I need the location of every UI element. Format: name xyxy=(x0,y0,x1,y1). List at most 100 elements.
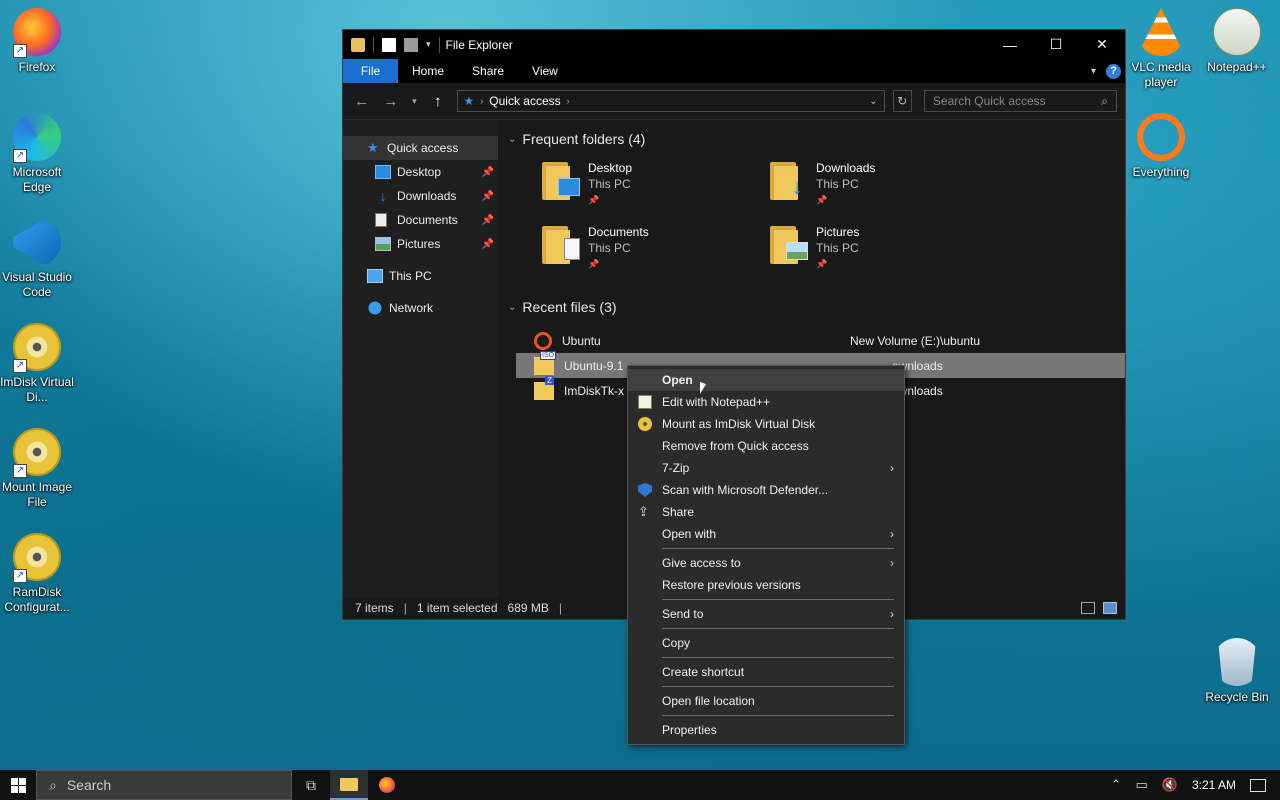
desktop-icon-edge[interactable]: ↗ Microsoft Edge xyxy=(0,113,74,195)
minimize-button[interactable]: — xyxy=(987,30,1033,59)
toolbar-divider xyxy=(438,36,440,53)
folder-tile-downloads[interactable]: ↓ Downloads This PC 📌 xyxy=(770,160,998,210)
menu-item-scan-defender[interactable]: Scan with Microsoft Defender... xyxy=(628,479,904,501)
menu-item-label: Restore previous versions xyxy=(662,578,801,592)
desktop-icon-imdisk[interactable]: ↗ ImDisk Virtual Di... xyxy=(0,323,74,405)
navigation-pane: ★ Quick access Desktop 📌 ↓ Downloads 📌 D… xyxy=(343,120,498,597)
shortcut-arrow-icon: ↗ xyxy=(13,464,27,478)
refresh-button[interactable]: ↻ xyxy=(892,90,912,112)
group-title: Frequent folders (4) xyxy=(522,131,646,147)
forward-icon[interactable]: → xyxy=(380,93,401,110)
sidebar-item-label: Desktop xyxy=(397,165,442,179)
desktop-icon-recycle-bin[interactable]: Recycle Bin xyxy=(1200,638,1274,705)
group-header-frequent[interactable]: ⌄ Frequent folders (4) xyxy=(508,126,1125,152)
sidebar-item-this-pc[interactable]: This PC xyxy=(343,264,498,288)
pin-icon: 📌 xyxy=(481,166,494,178)
details-view-icon[interactable] xyxy=(1081,602,1095,614)
tab-share[interactable]: Share xyxy=(458,59,518,83)
taskbar-search-box[interactable]: ⌕ Search xyxy=(36,770,292,800)
chevron-down-icon[interactable]: ▾ xyxy=(426,39,431,50)
chevron-down-icon[interactable]: ⌄ xyxy=(869,96,877,107)
sidebar-item-desktop[interactable]: Desktop 📌 xyxy=(343,160,498,184)
folder-tile-pictures[interactable]: Pictures This PC 📌 xyxy=(770,224,998,274)
taskbar-firefox[interactable] xyxy=(368,770,406,800)
pictures-icon xyxy=(375,237,391,251)
desktop-icon-ramdisk[interactable]: ↗ RamDisk Configurat... xyxy=(0,533,74,615)
folder-tile-documents[interactable]: Documents This PC 📌 xyxy=(542,224,770,274)
sidebar-item-pictures[interactable]: Pictures 📌 xyxy=(343,232,498,256)
menu-item-restore-versions[interactable]: Restore previous versions xyxy=(628,574,904,596)
pictures-icon xyxy=(786,242,808,260)
group-header-recent[interactable]: ⌄ Recent files (3) xyxy=(508,294,1125,320)
folder-name: Downloads xyxy=(816,161,876,175)
sidebar-item-label: Downloads xyxy=(397,189,457,203)
menu-divider xyxy=(662,686,894,687)
close-button[interactable]: ✕ xyxy=(1079,30,1125,59)
task-view-button[interactable]: ⧉ xyxy=(292,770,330,800)
desktop-icon-everything[interactable]: Everything xyxy=(1124,113,1198,180)
desktop-icon-vscode[interactable]: Visual Studio Code xyxy=(0,218,74,300)
tab-file[interactable]: File xyxy=(343,59,398,83)
task-view-icon: ⧉ xyxy=(306,776,316,793)
ribbon-right: ▾ ? xyxy=(1091,63,1125,79)
clock-time[interactable]: 3:21 AM xyxy=(1192,778,1236,792)
taskbar-file-explorer[interactable] xyxy=(330,770,368,800)
tab-view[interactable]: View xyxy=(518,59,572,83)
address-input[interactable]: ★ › Quick access › ⌄ xyxy=(456,90,885,112)
file-name: ImDiskTk-x xyxy=(564,383,624,398)
menu-item-7zip[interactable]: 7-Zip › xyxy=(628,457,904,479)
start-button[interactable] xyxy=(0,770,36,800)
expand-ribbon-icon[interactable]: ▾ xyxy=(1091,66,1096,77)
menu-item-open-with[interactable]: Open with › xyxy=(628,523,904,545)
pin-icon: 📌 xyxy=(481,214,494,226)
search-input[interactable]: Search Quick access ⌕ xyxy=(923,90,1117,112)
new-folder-icon[interactable] xyxy=(404,37,418,52)
help-icon[interactable]: ? xyxy=(1106,63,1121,79)
desktop-icon-firefox[interactable]: ↗ Firefox xyxy=(0,8,74,75)
pin-icon: 📌 xyxy=(481,190,494,202)
sidebar-item-documents[interactable]: Documents 📌 xyxy=(343,208,498,232)
show-hidden-icons-icon[interactable]: ⌃ xyxy=(1111,777,1122,793)
menu-item-open[interactable]: Open xyxy=(628,369,904,391)
folder-tile-desktop[interactable]: Desktop This PC 📌 xyxy=(542,160,770,210)
menu-item-label: Open file location xyxy=(662,694,755,708)
up-icon[interactable]: ↑ xyxy=(427,93,448,110)
maximize-button[interactable]: ☐ xyxy=(1033,30,1079,59)
desktop-icon-vlc[interactable]: VLC media player xyxy=(1124,8,1198,90)
menu-item-share[interactable]: ⇪ Share xyxy=(628,501,904,523)
context-menu: Open Edit with Notepad++ Mount as ImDisk… xyxy=(627,365,905,745)
menu-item-properties[interactable]: Properties xyxy=(628,719,904,741)
tab-home[interactable]: Home xyxy=(398,59,458,83)
notifications-icon[interactable] xyxy=(1250,778,1266,792)
sidebar-item-quick-access[interactable]: ★ Quick access xyxy=(343,136,498,160)
table-row[interactable]: Ubuntu New Volume (E:)\ubuntu xyxy=(508,328,1125,353)
large-icons-view-icon[interactable] xyxy=(1103,602,1117,614)
menu-item-mount-imdisk[interactable]: Mount as ImDisk Virtual Disk xyxy=(628,413,904,435)
menu-item-create-shortcut[interactable]: Create shortcut xyxy=(628,661,904,683)
back-icon[interactable]: ← xyxy=(351,93,372,110)
shortcut-arrow-icon: ↗ xyxy=(13,149,27,163)
title-bar[interactable]: ▾ File Explorer — ☐ ✕ xyxy=(343,30,1125,59)
menu-item-edit-notepadpp[interactable]: Edit with Notepad++ xyxy=(628,391,904,413)
desktop-icon-mount-image[interactable]: ↗ Mount Image File xyxy=(0,428,74,510)
recent-locations-icon[interactable]: ▾ xyxy=(410,96,420,107)
sidebar-item-downloads[interactable]: ↓ Downloads 📌 xyxy=(343,184,498,208)
menu-item-copy[interactable]: Copy xyxy=(628,632,904,654)
zip-file-icon xyxy=(534,375,555,400)
menu-item-give-access[interactable]: Give access to › xyxy=(628,552,904,574)
volume-muted-icon[interactable]: 🔇 xyxy=(1162,777,1178,793)
breadcrumb-quick-access[interactable]: Quick access xyxy=(489,94,560,108)
window-controls: — ☐ ✕ xyxy=(987,30,1125,59)
ramdisk-icon: ↗ xyxy=(13,533,61,583)
desktop-icon-label: VLC media player xyxy=(1131,60,1191,89)
desktop-icon-notepadpp[interactable]: Notepad++ xyxy=(1200,8,1274,75)
file-location: New Volume (E:)\ubuntu xyxy=(850,333,981,348)
menu-item-remove-quick-access[interactable]: Remove from Quick access xyxy=(628,435,904,457)
network-status-icon[interactable]: ▭ xyxy=(1135,777,1147,793)
folder-location: This PC xyxy=(588,177,631,191)
sidebar-item-network[interactable]: Network xyxy=(343,296,498,320)
sidebar-item-label: Pictures xyxy=(397,237,441,251)
menu-item-open-file-location[interactable]: Open file location xyxy=(628,690,904,712)
menu-item-send-to[interactable]: Send to › xyxy=(628,603,904,625)
properties-icon[interactable] xyxy=(382,37,396,52)
